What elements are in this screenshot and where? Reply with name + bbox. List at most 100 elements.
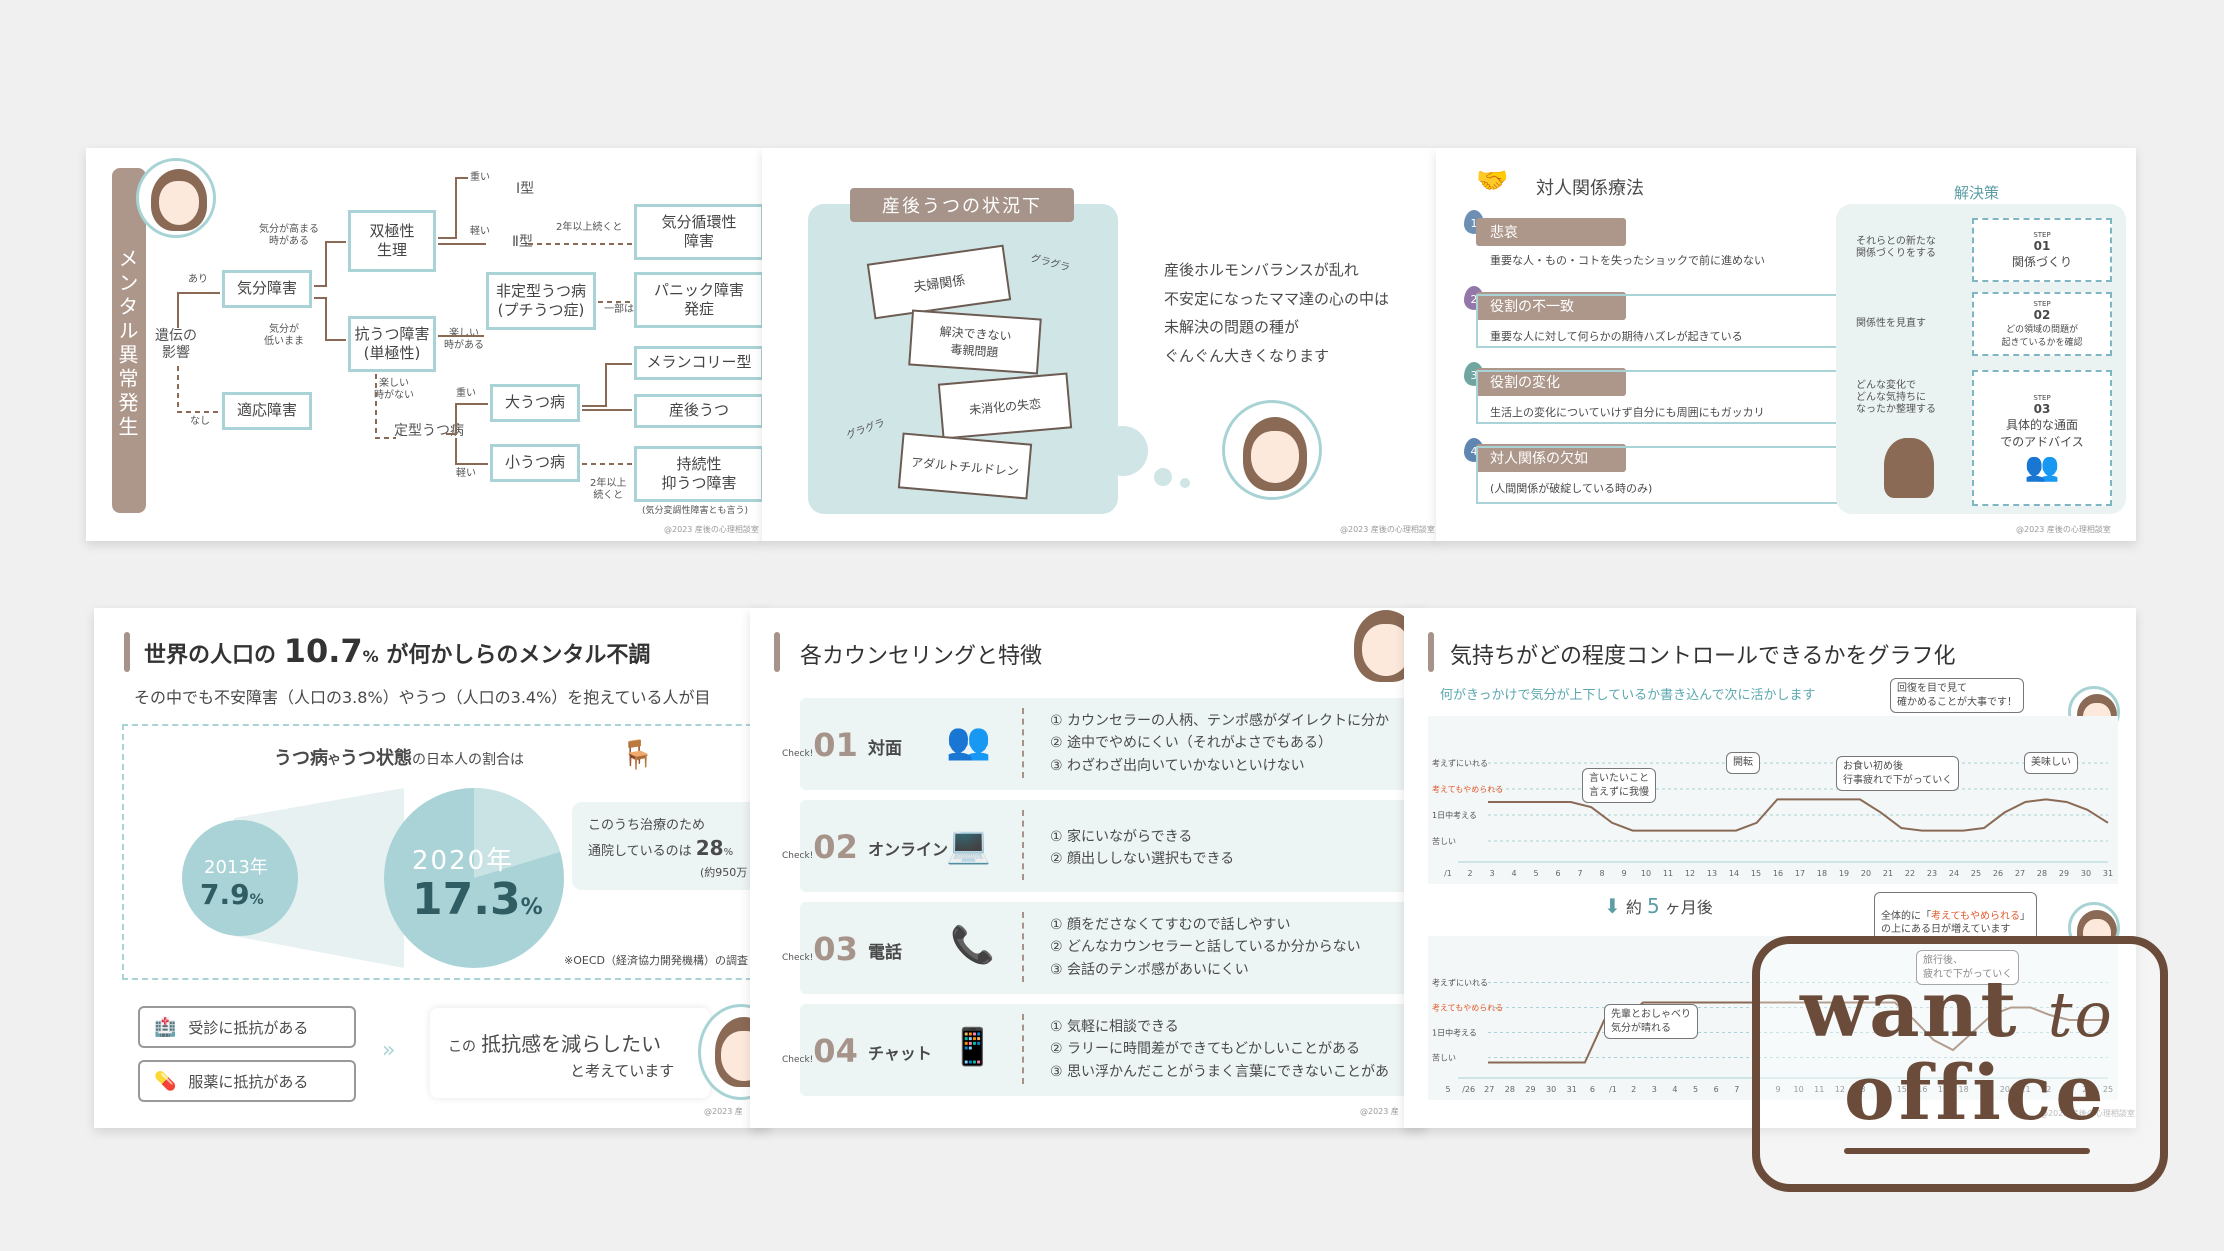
- x-tick-label: 3: [1489, 869, 1494, 878]
- x-tick-label: 23: [1927, 869, 1937, 878]
- slide-postpartum-situation: 産後うつの状況下 夫婦関係 解決できない 毒親問題 未消化の失恋 アダルトチルド…: [762, 148, 1438, 541]
- step-02: STEP 02 どの領域の問題が 起きているかを確認: [1972, 292, 2112, 356]
- x-tick-label: 7: [1577, 869, 1582, 878]
- reduce-text-c: と考えています: [570, 1062, 675, 1080]
- level-label: 1日中考える: [1432, 1028, 1477, 1038]
- x-tick-label: 11: [1663, 869, 1673, 878]
- item-text: 重要な人・もの・コトを失ったショックで前に進めない: [1490, 254, 1765, 267]
- x-tick-label: 8: [1599, 869, 1604, 878]
- row-points: ① カウンセラーの人柄、テンポ感がダイレクトに分か ② 途中でやめにくい（それがよ…: [1050, 713, 1389, 774]
- reduce-text: この 抵抗感を減らしたい: [448, 1032, 662, 1056]
- card-toxic-parents: 解決できない 毒親問題: [908, 309, 1042, 375]
- row-divider: [1022, 1014, 1024, 1084]
- row-label: 電話: [868, 943, 902, 963]
- level-label: 考えてもやめられる: [1432, 1004, 1503, 1013]
- card-heartbreak-label: 未消化の失恋: [968, 396, 1042, 417]
- advice-icon: 👥: [2024, 449, 2060, 483]
- x-tick-label: 19: [1839, 869, 1849, 878]
- step-03: STEP 03 具体的な通面 でのアドバイス 👥: [1972, 370, 2112, 506]
- x-tick-label: 27: [1484, 1085, 1494, 1094]
- card-toxic-label: 解決できない 毒親問題: [939, 324, 1012, 360]
- x-tick-label: /1: [1609, 1085, 1617, 1094]
- x-tick-label: 25: [1971, 869, 1981, 878]
- row-number: Check!04: [782, 1032, 858, 1070]
- x-tick-label: 17: [1795, 869, 1805, 878]
- resist-visit: 🏥 受診に抵抗がある: [138, 1006, 356, 1048]
- slide-mental-disorder-tree: メンタル異常発生 遺伝の 影響 あり なし 気分障害 適応障害 気分が高まる 時…: [86, 148, 762, 541]
- callout-a: このうち治療のため: [588, 818, 706, 833]
- card-heartbreak: 未消化の失恋: [937, 372, 1073, 440]
- slide2-text: 産後ホルモンバランスが乱れ 不安定になったママ達の心の中は 未解決の問題の種が …: [1164, 261, 1390, 365]
- x-tick-label: 7: [1734, 1085, 1739, 1094]
- later-label: ⬇ 約 5 ヶ月後: [1604, 894, 1713, 918]
- smartphone-icon: 📱: [950, 1027, 995, 1068]
- slide-title: 各カウンセリングと特徴: [800, 644, 1043, 669]
- x-tick-label: 15: [1751, 869, 1761, 878]
- level-label: 考えずにいれる: [1432, 978, 1488, 988]
- x-tick-label: 27: [2015, 869, 2025, 878]
- meeting-icon: 👥: [946, 721, 991, 762]
- chart1-note-4: 美味しい: [2024, 752, 2078, 774]
- thought-bubble-large: [1098, 426, 1148, 476]
- x-tick-label: 31: [1567, 1085, 1577, 1094]
- year-2020: 2020年: [412, 846, 515, 876]
- chart1-note-2: 開転: [1726, 752, 1760, 774]
- x-tick-label: 24: [1949, 869, 1959, 878]
- slide-title: 対人関係療法: [1536, 178, 1644, 199]
- x-tick-label: 16: [1773, 869, 1783, 878]
- x-tick-label: 28: [1505, 1085, 1515, 1094]
- computer-icon: 💻: [946, 825, 991, 866]
- slide-counseling-types: 各カウンセリングと特徴 Check!01 対面 👥 ① カウンセラーの人柄、テン…: [750, 608, 1426, 1128]
- slide-interpersonal-therapy: 🤝 対人関係療法 解決策 1 悲哀 重要な人・もの・コトを失ったショックで前に進…: [1436, 148, 2136, 541]
- card-adult-label: アダルトチルドレン: [910, 454, 1020, 479]
- mid-text: どんな変化で どんな気持ちに なったか整理する: [1856, 380, 1936, 415]
- item-text: 重要な人に対して何らかの期待ハズレが起きている: [1490, 330, 1743, 343]
- pill-icon: 💊: [154, 1070, 177, 1092]
- chart-bg: [1428, 716, 2118, 884]
- x-tick-label: 13: [1707, 869, 1717, 878]
- double-arrow-icon: »: [382, 1038, 396, 1063]
- level-label: 苦しい: [1432, 836, 1456, 846]
- card-adult-children: アダルトチルドレン: [897, 432, 1033, 500]
- avatar: [1222, 400, 1322, 500]
- tree-connectors: [177, 177, 632, 465]
- x-tick-label: 2: [1467, 869, 1472, 878]
- copyright: @2023 産後の心理相談室: [2016, 525, 2111, 534]
- x-tick-label: 6: [1714, 1085, 1719, 1094]
- item-text: (人間関係が破綻している時のみ): [1490, 482, 1653, 495]
- x-tick-label: /26: [1462, 1085, 1475, 1094]
- x-tick-label: 29: [2059, 869, 2069, 878]
- x-tick-label: 28: [2037, 869, 2047, 878]
- handshake-icon: 🤝: [1476, 166, 1509, 196]
- x-tick-label: 30: [1546, 1085, 1556, 1094]
- level-label: 考えてもやめられる: [1432, 785, 1503, 794]
- row-divider: [1022, 912, 1024, 982]
- row-points: ① 気軽に相談できる ② ラリーに時間差ができてもどかしいことがある ③ 思い浮かん…: [1050, 1019, 1389, 1080]
- source-note: ※OECD（経済協力開発機構）の調査: [564, 954, 748, 967]
- x-tick-label: 9: [1621, 869, 1626, 878]
- solution-label: 解決策: [1954, 184, 2000, 202]
- chart2-note-2: 先輩とおしゃべり 気分が晴れる: [1604, 1004, 1698, 1039]
- x-tick-label: 4: [1672, 1085, 1677, 1094]
- x-tick-label: 5: [1693, 1085, 1698, 1094]
- x-tick-label: 12: [1685, 869, 1695, 878]
- x-tick-label: /1: [1444, 869, 1452, 878]
- box-title: うつ病やうつ状態の日本人の割合は: [274, 748, 525, 769]
- callout-c: (約950万: [700, 866, 748, 879]
- chair-icon: 🪑: [620, 738, 655, 771]
- resist-medicine: 💊 服薬に抵抗がある: [138, 1060, 356, 1102]
- card-couple-label: 夫婦関係: [912, 272, 967, 296]
- mid-text: それらとの新たな 関係づくりをする: [1856, 236, 1936, 259]
- thought-bubble-mid: [1154, 468, 1172, 486]
- row-number: Check!01: [782, 726, 858, 764]
- logo-line2: office: [1844, 1048, 2108, 1137]
- subtitle: その中でも不安障害（人口の3.8%）やうつ（人口の3.4%）を抱えている人が目: [134, 688, 711, 707]
- x-tick-label: 20: [1861, 869, 1871, 878]
- level-label: 苦しい: [1432, 1053, 1456, 1063]
- level-label: 考えずにいれる: [1432, 758, 1488, 768]
- logo-underline: [1844, 1148, 2090, 1154]
- x-tick-label: 22: [1905, 869, 1915, 878]
- step-01: STEP 01 関係づくり: [1972, 218, 2112, 282]
- x-tick-label: 26: [1993, 869, 2003, 878]
- row-points: ① 顔をださなくてすむので話しやすい ② どんなカウンセラーと話しているか分からな…: [1050, 917, 1361, 978]
